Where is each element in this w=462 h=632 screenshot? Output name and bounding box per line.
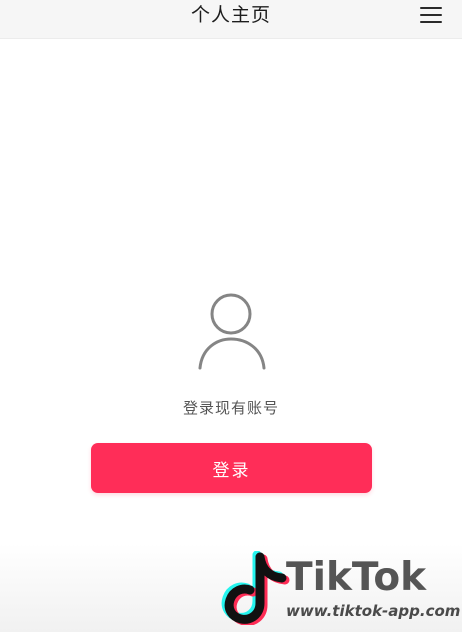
user-avatar-icon: [198, 293, 266, 370]
menu-line-top: [420, 7, 442, 9]
menu-line-middle: [420, 14, 442, 16]
page-title: 个人主页: [190, 4, 271, 26]
tiktok-note-logo-icon: [221, 551, 290, 625]
login-prompt-text: 登录现有账号: [182, 399, 279, 417]
menu-line-bottom: [420, 21, 442, 23]
tiktok-wordmark: TikTok: [286, 555, 427, 600]
hamburger-menu-icon[interactable]: [419, 6, 443, 26]
tiktok-url: www.tiktok-app.com: [286, 602, 461, 620]
login-button[interactable]: 登录: [91, 443, 372, 493]
top-navigation-bar: 个人主页: [0, 0, 462, 39]
tiktok-watermark: TikTok www.tiktok-app.com: [210, 548, 462, 632]
profile-screen: 个人主页 登录现有账号 登录 TikTok www.tiktok-app.com: [0, 0, 462, 632]
